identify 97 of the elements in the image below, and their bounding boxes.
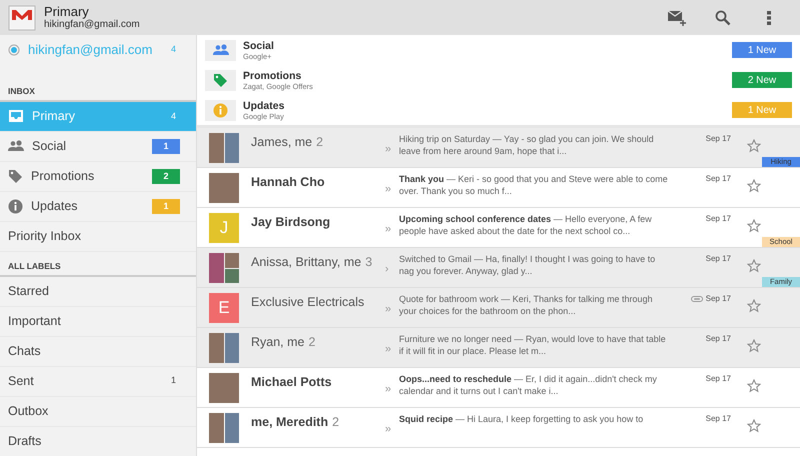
screen-title: Primary [44,5,90,19]
importance-marker: » [385,222,392,237]
letter-avatar: E [209,293,239,323]
star-icon[interactable] [747,219,761,233]
sidebar-label: Updates [31,198,78,215]
account-email: hikingfan@gmail.com [28,41,152,60]
category-title: Promotions [243,70,302,82]
message-date: Sep 17 [706,293,731,305]
sidebar-label: Important [8,312,61,330]
sidebar-label: Priority Inbox [8,228,81,245]
message-date: Sep 17 [706,333,731,345]
email-row[interactable]: me, Meredith 2 » Squid recipe — Hi Laura, I keep forgetting to ask you how to Sep 17 [197,408,800,448]
message-date: Sep 17 [706,213,731,225]
message-preview: Switched to Gmail — Ha, finally! I thought I was going to have to nag you forever. Anyway, glad y... [399,253,656,277]
radio-icon [8,44,20,56]
sidebar-item[interactable]: Promotions 2 [0,162,196,192]
sidebar-item[interactable]: Outbox [0,396,196,426]
sidebar-label: Promotions [31,168,94,185]
sidebar-item[interactable]: Starred [0,276,196,306]
sidebar-item[interactable]: Social 1 [0,132,196,162]
sender-name: Jay Birdsong [250,214,332,231]
message-date: Sep 17 [706,133,731,145]
message-date: Sep 17 [706,253,731,265]
section-header: ALL LABELS [0,252,196,276]
sidebar-item[interactable]: Sent 1 [0,366,196,396]
info-icon [8,198,23,214]
sender-name: Exclusive Electricals [250,294,366,311]
sidebar-item[interactable]: Chats [0,336,196,366]
star-icon[interactable] [747,139,761,153]
email-row[interactable]: Michael Potts » Oops...need to reschedule — Er, I did it again...didn't check my calendar and it turns out I can't make i... Sep 17 [197,368,800,408]
message-preview: Furniture we no longer need — Ryan, would love to have that table if it will fit in our place. Please let m... [399,333,667,357]
sidebar-item[interactable]: Updates 1 [0,192,196,222]
sender-name: Michael Potts [250,374,333,391]
info-icon [205,100,236,120]
unread-count: 1 [170,374,177,388]
tag-icon [8,168,23,184]
unread-count: 4 [170,43,177,56]
sender-name: me, Meredith 2 [250,414,340,431]
sidebar-item[interactable]: Drafts [0,426,196,456]
photo-placeholder [209,413,239,443]
message-preview: Upcoming school conference dates — Hello everyone, A few people have asked about the date for the next school co... [399,213,653,237]
sidebar-label: Starred [8,282,49,300]
count-badge: 2 [152,168,180,184]
sender-name: James, me 2 [250,134,324,151]
gmail-logo [8,4,36,31]
photo-placeholder [209,253,239,283]
tag-icon [205,70,236,90]
email-row[interactable]: Ryan, me 2 » Furniture we no longer need — Ryan, would love to have that table if it will fit in our place. Please let m... Sep 17 [197,328,800,368]
inbox-icon [8,109,24,124]
people-icon [8,140,24,152]
message-preview: Squid recipe — Hi Laura, I keep forgetting to ask you how to [399,413,644,425]
message-preview: Hiking trip on Saturday — Yay - so glad you can join. We should leave from here around 9am, hope that i... [399,133,655,157]
importance-marker: » [385,142,392,157]
importance-marker: » [385,422,392,437]
star-icon[interactable] [747,259,761,273]
new-count-button[interactable]: 1 New [732,42,792,58]
sidebar-label: Chats [8,342,41,360]
sidebar-item[interactable]: Important [0,306,196,336]
star-icon[interactable] [747,419,761,433]
people-icon [205,40,236,60]
importance-marker: » [385,342,392,357]
sender-name: Anissa, Brittany, me 3 [250,254,374,271]
sidebar-label: Social [32,138,66,155]
importance-marker: » [385,182,392,197]
star-icon[interactable] [747,379,761,393]
count-badge: 1 [152,138,180,154]
photo-placeholder [209,373,239,403]
star-icon[interactable] [747,299,761,313]
email-row[interactable]: E Exclusive Electricals » Quote for bathroom work — Keri, Thanks for talking me through your choices for the bathroom on the phon... Sep 17 [197,288,800,328]
photo-placeholder [209,133,239,163]
star-icon[interactable] [747,179,761,193]
sidebar-label: Outbox [8,402,48,420]
category-title: Updates [243,100,284,112]
message-preview: Oops...need to reschedule — Er, I did it again...didn't check my calendar and it turns out I can't make i... [399,373,658,397]
message-date: Sep 17 [706,173,731,185]
letter-avatar: J [209,213,239,243]
importance-marker: » [385,302,392,317]
message-preview: Thank you — Keri - so good that you and Steve were able to come over. Thank you so much f... [399,173,669,197]
message-preview: Quote for bathroom work — Keri, Thanks for talking me through your choices for the bathroom on the phon... [399,293,654,317]
star-icon[interactable] [747,339,761,353]
message-date: Sep 17 [706,373,731,385]
sidebar-label: Primary [32,108,76,125]
sender-name: Ryan, me 2 [250,334,316,351]
photo-placeholder [209,173,239,203]
sidebar-label: Drafts [8,432,42,450]
photo-placeholder [209,333,239,363]
message-date: Sep 17 [706,413,731,425]
importance-marker: › [385,262,390,277]
account-email: hikingfan@gmail.com [44,19,140,30]
email-row[interactable]: Hannah Cho » Thank you — Keri - so good that you and Steve were able to come over. Thank you so much f... Sep 17 [197,168,800,208]
unread-count: 4 [170,110,177,122]
sidebar-label: Sent [8,372,34,390]
sidebar-item[interactable]: Priority Inbox [0,222,196,252]
importance-marker: » [385,382,392,397]
category-title: Social [243,40,274,52]
sender-name: Hannah Cho [250,174,326,191]
count-badge: 1 [152,198,180,214]
